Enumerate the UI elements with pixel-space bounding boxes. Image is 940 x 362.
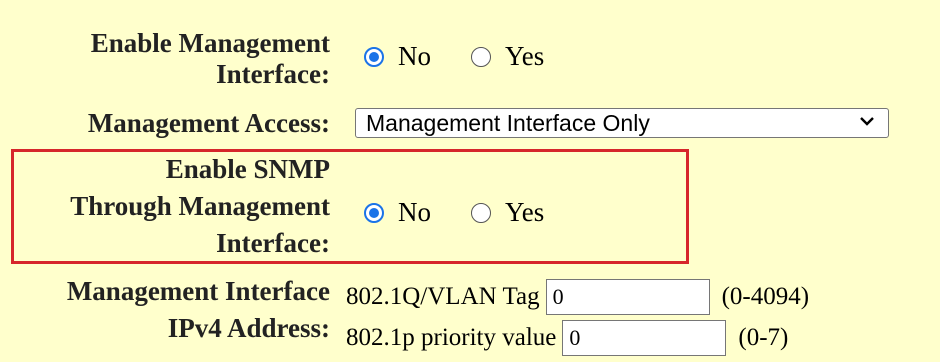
vlan-tag-range: (0-4094) — [721, 283, 810, 310]
enable-snmp-no-radio[interactable] — [364, 202, 384, 223]
enable-mgmt-label: Enable Management Interface: — [91, 28, 330, 90]
priority-label: 802.1p priority value — [346, 324, 557, 351]
chevron-down-icon — [860, 117, 874, 126]
enable-snmp-yes-radio[interactable] — [471, 202, 491, 223]
enable-mgmt-label-line2: Interface: — [216, 59, 330, 89]
enable-mgmt-no-radio[interactable] — [364, 46, 384, 67]
mgmt-access-selected-value: Management Interface Only — [366, 109, 650, 136]
ipv4-label-line1: Management Interface — [66, 276, 330, 306]
enable-mgmt-yes-label[interactable]: Yes — [505, 41, 544, 72]
enable-snmp-label-line1: Enable SNMP — [165, 154, 330, 184]
enable-mgmt-radio-group: No Yes — [364, 41, 584, 72]
enable-snmp-yes-label[interactable]: Yes — [505, 197, 544, 228]
enable-snmp-radio-group: No Yes — [364, 197, 584, 228]
priority-input[interactable] — [562, 320, 727, 356]
enable-snmp-label-line2: Through Management — [70, 191, 330, 221]
enable-snmp-no-label[interactable]: No — [398, 197, 431, 228]
vlan-tag-label: 802.1Q/VLAN Tag — [346, 283, 540, 310]
enable-mgmt-yes-radio[interactable] — [471, 46, 491, 67]
enable-mgmt-label-line1: Enable Management — [90, 28, 330, 58]
vlan-tag-row: 802.1Q/VLAN Tag (0-4094) — [346, 279, 809, 315]
priority-range: (0-7) — [738, 324, 789, 351]
enable-snmp-label: Enable SNMP Through Management Interface… — [70, 154, 330, 259]
mgmt-access-select[interactable]: Management Interface Only — [355, 108, 889, 138]
ipv4-label-line2: IPv4 Address: — [167, 313, 330, 343]
mgmt-access-label: Management Access: — [87, 108, 330, 138]
ipv4-label: Management Interface IPv4 Address: — [67, 276, 330, 344]
priority-row: 802.1p priority value (0-7) — [346, 320, 788, 356]
vlan-tag-input[interactable] — [545, 279, 710, 315]
enable-snmp-label-line3: Interface: — [216, 228, 330, 258]
enable-mgmt-no-label[interactable]: No — [398, 41, 431, 72]
